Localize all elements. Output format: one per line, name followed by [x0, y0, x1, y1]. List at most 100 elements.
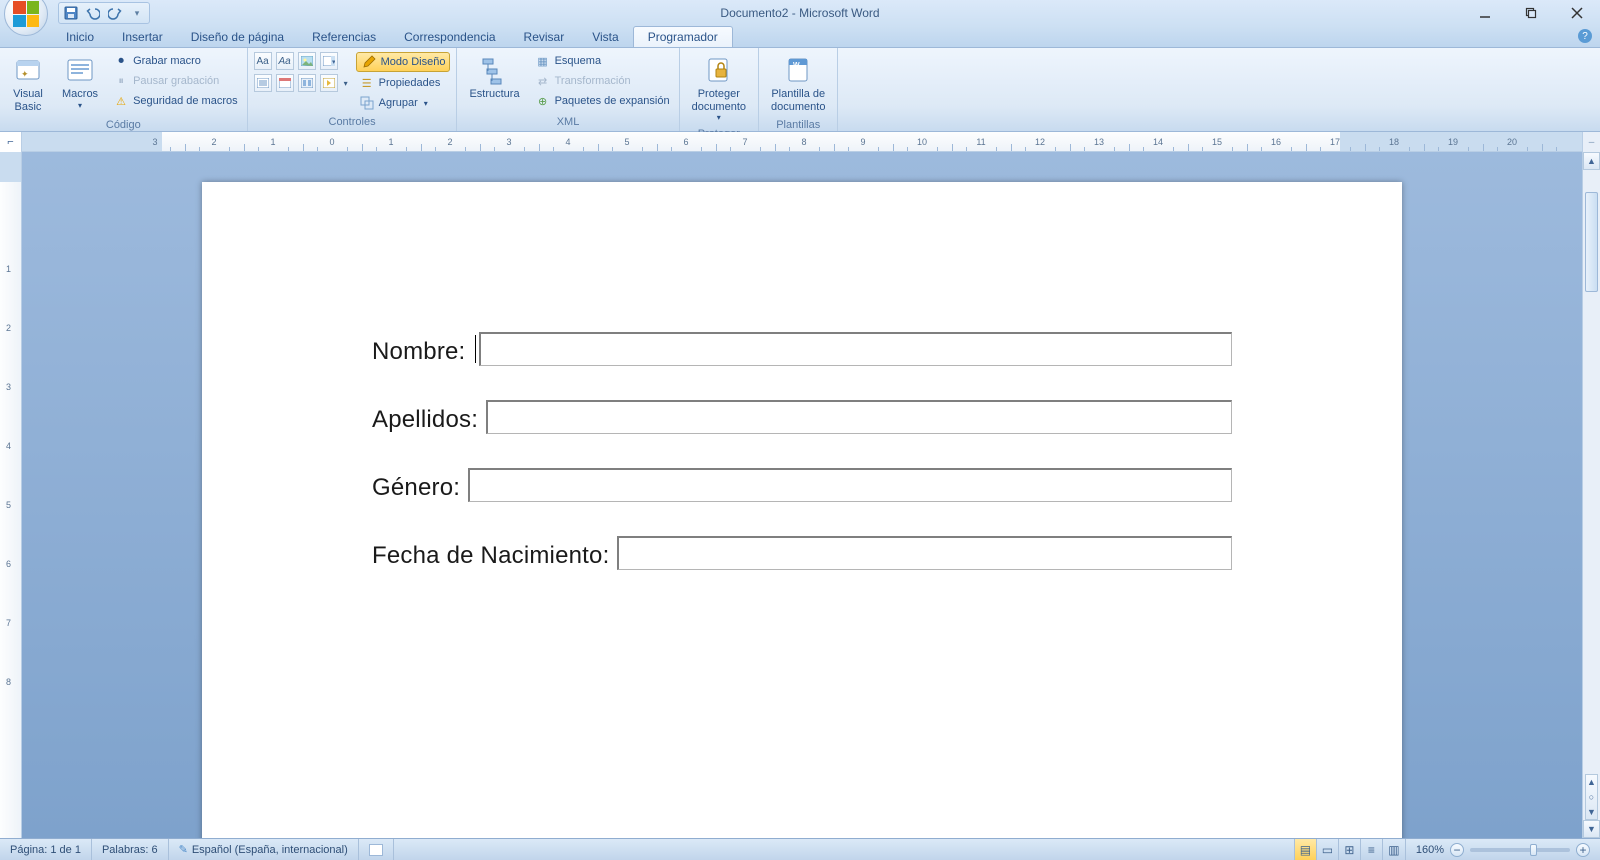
vertical-ruler[interactable]: 12345678 [0, 152, 22, 838]
status-language[interactable]: ✎ Español (España, internacional) [169, 839, 359, 860]
maximize-button[interactable] [1508, 2, 1554, 24]
label-apellidos: Apellidos: [372, 406, 478, 434]
textbox-nombre[interactable] [479, 332, 1232, 366]
zoom-in-button[interactable]: + [1576, 843, 1590, 857]
picture-control-icon[interactable] [298, 52, 316, 70]
zoom-out-button[interactable]: − [1450, 843, 1464, 857]
building-block-control-icon[interactable] [298, 74, 316, 92]
pause-icon: ⏸ [113, 73, 129, 89]
tab-inicio[interactable]: Inicio [52, 27, 108, 47]
close-button[interactable] [1554, 2, 1600, 24]
expansion-packs-button[interactable]: ⊕Paquetes de expansión [532, 92, 673, 110]
field-row-genero: Género: [372, 468, 1232, 502]
properties-button[interactable]: ☰Propiedades [356, 74, 451, 92]
tab-programador[interactable]: Programador [633, 26, 733, 47]
view-outline[interactable]: ≡ [1361, 839, 1383, 860]
group-code: ✦ Visual Basic Macros ▾ ⏺Grabar macro ⏸P… [0, 48, 248, 131]
legacy-tools-dropdown[interactable]: ▾ [342, 74, 350, 92]
visual-basic-button[interactable]: ✦ Visual Basic [6, 52, 50, 115]
textbox-fecha[interactable] [617, 536, 1232, 570]
window-title: Documento2 - Microsoft Word [0, 6, 1600, 20]
undo-icon[interactable] [85, 5, 101, 21]
status-page[interactable]: Página: 1 de 1 [0, 839, 92, 860]
horizontal-ruler[interactable]: 32101234567891011121314151617181920 [22, 132, 1600, 151]
save-icon[interactable] [63, 5, 79, 21]
browse-object[interactable]: ▲○▼ [1585, 774, 1598, 820]
design-mode-icon [361, 54, 377, 70]
view-web[interactable]: ⊞ [1339, 839, 1361, 860]
datepicker-control-icon[interactable] [276, 74, 294, 92]
tab-diseno[interactable]: Diseño de página [177, 27, 298, 47]
zoom-slider-thumb[interactable] [1530, 844, 1537, 856]
transformation-button: ⇄Transformación [532, 72, 673, 90]
status-macro-rec[interactable] [359, 839, 394, 860]
status-words[interactable]: Palabras: 6 [92, 839, 169, 860]
record-indicator-icon [369, 844, 383, 856]
protect-document-button[interactable]: Proteger documento ▾ [686, 52, 752, 124]
view-buttons: ▤ ▭ ⊞ ≡ ▥ [1294, 839, 1406, 860]
tab-insertar[interactable]: Insertar [108, 27, 177, 47]
svg-text:✦: ✦ [21, 69, 29, 79]
view-print-layout[interactable]: ▤ [1295, 839, 1317, 860]
scroll-thumb[interactable] [1585, 192, 1598, 292]
group-templates: W Plantilla de documento Plantillas [759, 48, 838, 131]
group-protect: Proteger documento ▾ Proteger [680, 48, 759, 131]
combo-control-icon[interactable]: ▾ [320, 52, 338, 70]
design-mode-toggle[interactable]: Modo Diseño [356, 52, 451, 72]
view-draft[interactable]: ▥ [1383, 839, 1405, 860]
textbox-apellidos[interactable] [486, 400, 1232, 434]
warning-icon: ⚠ [113, 93, 129, 109]
vertical-scrollbar[interactable]: ▲ ▲○▼ ▼ [1582, 152, 1600, 838]
rich-text-control-icon[interactable]: Aa [254, 52, 272, 70]
qat-customize-icon[interactable]: ▾ [129, 5, 145, 21]
help-icon[interactable]: ? [1578, 29, 1592, 43]
properties-icon: ☰ [359, 75, 375, 91]
field-row-nombre: Nombre: [372, 332, 1232, 366]
dropdown-control-icon[interactable] [254, 74, 272, 92]
svg-text:▾: ▾ [332, 59, 335, 66]
tab-referencias[interactable]: Referencias [298, 27, 390, 47]
visual-basic-icon: ✦ [12, 54, 44, 86]
page-scroll-area[interactable]: Nombre: Apellidos: Género: Fecha de Naci… [22, 152, 1582, 838]
group-controls: Aa Aa ▾ ▾ Modo Diseño ☰Propiedades Agrup… [248, 48, 458, 131]
view-full-screen[interactable]: ▭ [1317, 839, 1339, 860]
pause-recording-button: ⏸Pausar grabación [110, 72, 241, 90]
title-bar: ▾ Documento2 - Microsoft Word [0, 0, 1600, 26]
textbox-genero[interactable] [468, 468, 1232, 502]
ribbon-tabs: Inicio Insertar Diseño de página Referen… [0, 26, 1600, 48]
macros-button[interactable]: Macros ▾ [56, 52, 104, 112]
ruler-splitter[interactable]: – [1582, 132, 1600, 152]
ribbon: ✦ Visual Basic Macros ▾ ⏺Grabar macro ⏸P… [0, 48, 1600, 132]
zoom-slider[interactable] [1470, 848, 1570, 852]
legacy-tools-icon[interactable] [320, 74, 338, 92]
scroll-down-button[interactable]: ▼ [1583, 820, 1600, 838]
redo-icon[interactable] [107, 5, 123, 21]
tab-revisar[interactable]: Revisar [510, 27, 579, 47]
field-row-fecha: Fecha de Nacimiento: [372, 536, 1232, 570]
tab-vista[interactable]: Vista [578, 27, 632, 47]
label-nombre: Nombre: [372, 338, 465, 366]
status-bar: Página: 1 de 1 Palabras: 6 ✎ Español (Es… [0, 838, 1600, 860]
content-controls-row2: ▾ [254, 74, 350, 92]
content-controls-row1: Aa Aa ▾ [254, 52, 350, 70]
record-macro-button[interactable]: ⏺Grabar macro [110, 52, 241, 70]
macro-security-button[interactable]: ⚠Seguridad de macros [110, 92, 241, 110]
template-icon: W [782, 54, 814, 86]
plain-text-control-icon[interactable]: Aa [276, 52, 294, 70]
schema-icon: ▦ [535, 53, 551, 69]
scroll-up-button[interactable]: ▲ [1583, 152, 1600, 170]
group-xml-label: XML [457, 116, 678, 131]
label-fecha: Fecha de Nacimiento: [372, 542, 609, 570]
minimize-button[interactable] [1462, 2, 1508, 24]
tab-correspondencia[interactable]: Correspondencia [390, 27, 509, 47]
structure-button[interactable]: Estructura [463, 52, 525, 103]
svg-text:W: W [793, 62, 800, 69]
quick-access-toolbar: ▾ [58, 2, 150, 24]
schema-button[interactable]: ▦Esquema [532, 52, 673, 70]
zoom-value[interactable]: 160% [1416, 844, 1444, 856]
group-button[interactable]: Agrupar▾ [356, 94, 451, 112]
lock-icon [703, 54, 735, 86]
document-template-button[interactable]: W Plantilla de documento [765, 52, 831, 115]
tab-stop-selector[interactable]: ⌐ [0, 132, 22, 152]
group-icon [359, 95, 375, 111]
